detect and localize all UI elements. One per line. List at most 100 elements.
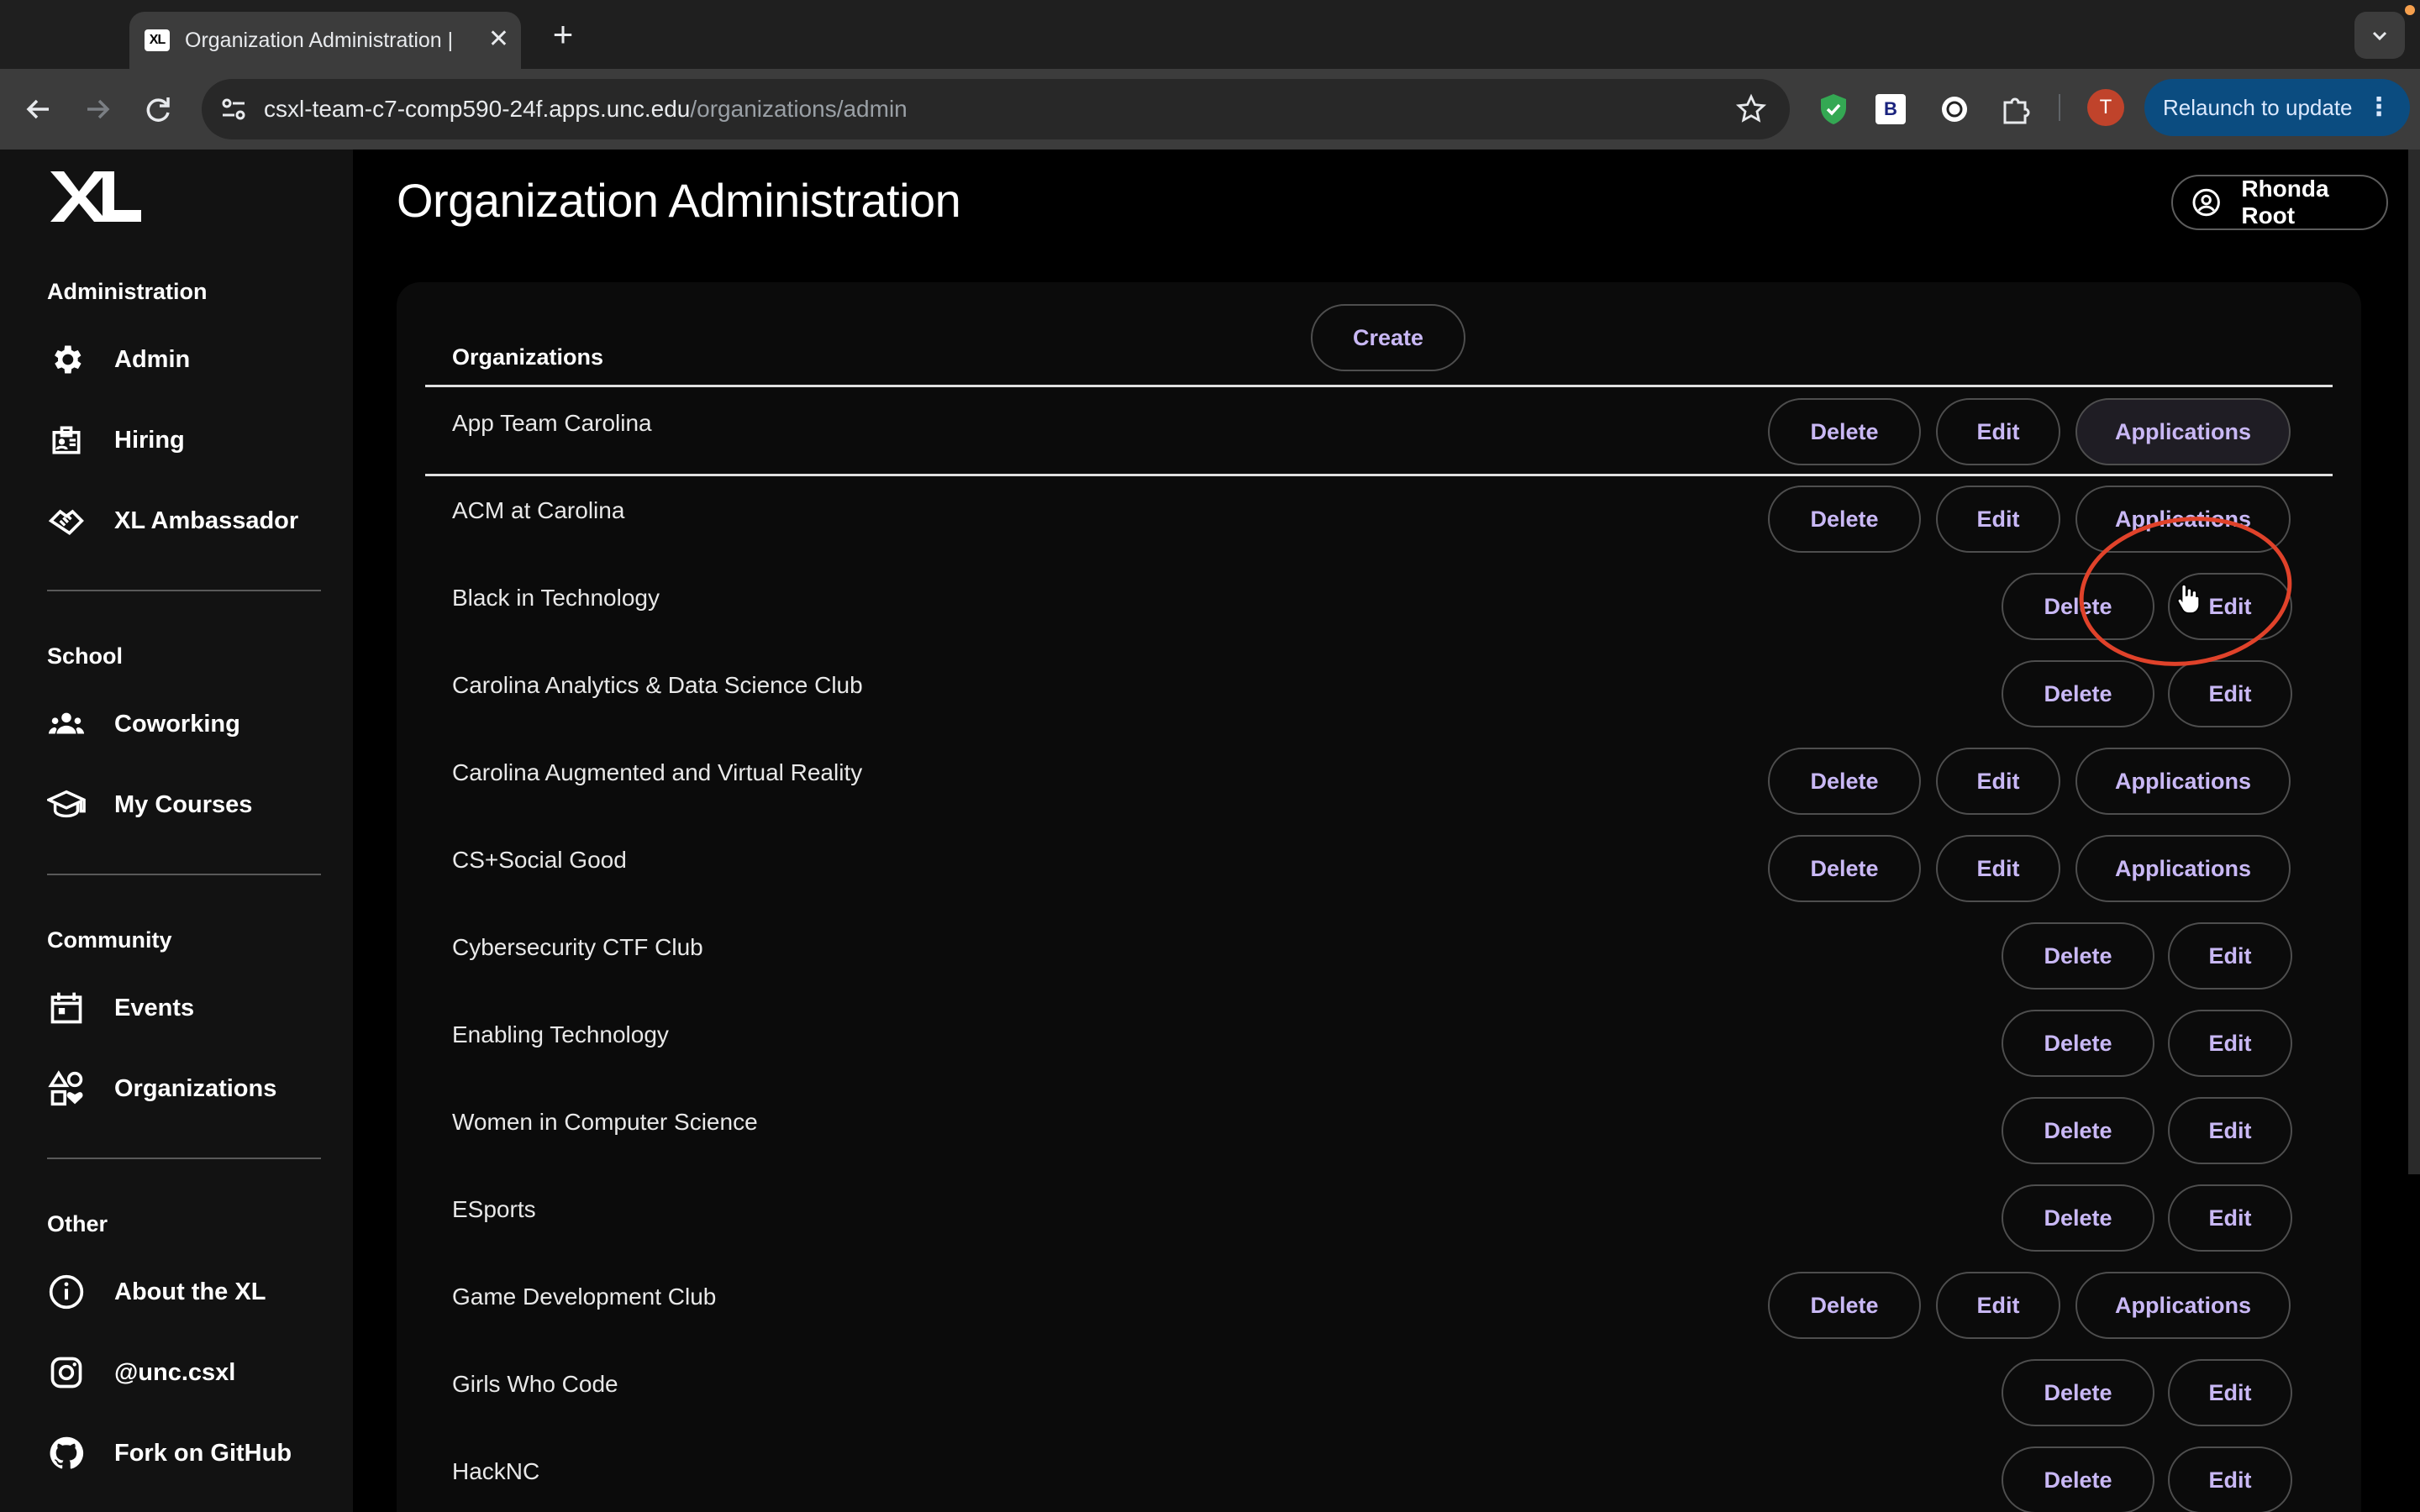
table-row: App Team Carolina Delete Edit Applications (425, 388, 2333, 475)
table-row: HackNC Delete Edit (425, 1436, 2333, 1512)
sidebar-item-label: @unc.csxl (114, 1358, 236, 1386)
sidebar-item-label: Fork on GitHub (114, 1439, 292, 1467)
delete-button[interactable]: Delete (2002, 573, 2154, 640)
edit-button[interactable]: Edit (2168, 1359, 2292, 1426)
address-bar[interactable]: csxl-team-c7-comp590-24f.apps.unc.edu/or… (202, 79, 1790, 139)
edit-button[interactable]: Edit (1936, 398, 2060, 465)
sidebar-item-label: Events (114, 994, 195, 1021)
table-row: CS+Social Good Delete Edit Applications (425, 825, 2333, 912)
page-scrollbar[interactable] (2408, 150, 2420, 1174)
organization-name: ACM at Carolina (452, 497, 625, 523)
sidebar-item-instagram[interactable]: @unc.csxl (47, 1347, 350, 1398)
instagram-icon (47, 1353, 86, 1392)
profile-button[interactable]: Rhonda Root (2171, 175, 2388, 230)
site-settings-icon[interactable] (217, 92, 250, 126)
badge-icon (47, 421, 86, 459)
organization-name: ESports (452, 1196, 536, 1222)
shapes-icon (47, 1069, 86, 1108)
edit-button[interactable]: Edit (1936, 835, 2060, 902)
edit-button[interactable]: Edit (2168, 1184, 2292, 1252)
circle-extension-icon[interactable] (1936, 91, 1973, 128)
table-row: Black in Technology Delete Edit (425, 563, 2333, 650)
new-tab-button[interactable]: + (538, 12, 588, 59)
more-menu-icon[interactable]: ⋮ (2366, 79, 2391, 136)
edit-button[interactable]: Edit (2168, 1010, 2292, 1077)
sidebar-item-label: Admin (114, 345, 191, 373)
delete-button[interactable]: Delete (1768, 835, 1921, 902)
chevron-down-icon (2372, 31, 2387, 41)
user-name: Rhonda Root (2241, 176, 2329, 228)
xl-logo-icon[interactable] (47, 168, 143, 225)
graduation-cap-icon (47, 785, 86, 824)
tab-title: Organization Administration | (185, 29, 454, 52)
sidebar-item-my-courses[interactable]: My Courses (47, 780, 350, 830)
section-title-community: Community (47, 927, 172, 953)
delete-button[interactable]: Delete (2002, 1446, 2154, 1512)
applications-button[interactable]: Applications (2075, 1272, 2291, 1339)
applications-button[interactable]: Applications (2075, 486, 2291, 553)
table-row: Carolina Augmented and Virtual Reality De… (425, 738, 2333, 825)
delete-button[interactable]: Delete (2002, 922, 2154, 990)
sidebar-item-about[interactable]: About the XL (47, 1267, 350, 1317)
organization-name: Enabling Technology (452, 1021, 669, 1047)
forward-button[interactable] (77, 89, 118, 129)
arrow-right-icon (87, 99, 110, 119)
edit-button[interactable]: Edit (1936, 486, 2060, 553)
organization-name: Cybersecurity CTF Club (452, 934, 703, 960)
applications-button[interactable]: Applications (2075, 835, 2291, 902)
delete-button[interactable]: Delete (1768, 398, 1921, 465)
organization-name: Carolina Analytics & Data Science Club (452, 672, 863, 698)
sidebar-item-events[interactable]: Events (47, 983, 350, 1033)
section-title-school: School (47, 643, 124, 669)
organization-name: HackNC (452, 1458, 540, 1484)
edit-button[interactable]: Edit (1936, 1272, 2060, 1339)
table-row: Girls Who Code Delete Edit (425, 1349, 2333, 1436)
delete-button[interactable]: Delete (2002, 660, 2154, 727)
profile-avatar[interactable]: T (2087, 89, 2124, 126)
applications-button[interactable]: Applications (2075, 398, 2291, 465)
delete-button[interactable]: Delete (2002, 1184, 2154, 1252)
edit-button[interactable]: Edit (2168, 922, 2292, 990)
sidebar-item-github[interactable]: Fork on GitHub (47, 1428, 350, 1478)
reload-icon (146, 97, 170, 122)
reload-button[interactable] (138, 89, 178, 129)
bookmark-star-icon[interactable] (1734, 92, 1768, 126)
arrow-left-icon (26, 99, 49, 119)
sidebar-item-organizations[interactable]: Organizations (47, 1063, 350, 1114)
sidebar-item-hiring[interactable]: Hiring (47, 415, 350, 465)
organization-name: App Team Carolina (452, 410, 652, 436)
applications-button[interactable]: Applications (2075, 748, 2291, 815)
delete-button[interactable]: Delete (1768, 1272, 1921, 1339)
relaunch-button[interactable]: Relaunch to update ⋮ (2144, 79, 2410, 136)
back-button[interactable] (18, 89, 59, 129)
sidebar-item-xl-ambassador[interactable]: XL Ambassador (47, 496, 350, 546)
sidebar-item-admin[interactable]: Admin (47, 334, 350, 385)
delete-button[interactable]: Delete (2002, 1097, 2154, 1164)
tab-search-button[interactable] (2354, 12, 2405, 59)
groups-icon (47, 705, 86, 743)
edit-button[interactable]: Edit (1936, 748, 2060, 815)
gear-icon (47, 340, 86, 379)
shield-extension-icon[interactable] (1815, 91, 1852, 128)
create-button[interactable]: Create (1311, 304, 1465, 371)
browser-tab[interactable]: XL Organization Administration | ✕ (129, 12, 521, 69)
b-extension-icon[interactable]: B (1876, 94, 1906, 124)
browser-toolbar: csxl-team-c7-comp590-24f.apps.unc.edu/or… (0, 69, 2420, 150)
calendar-icon (47, 989, 86, 1027)
sidebar-item-label: About the XL (114, 1278, 266, 1305)
handshake-icon (47, 501, 86, 540)
card-header: Organizations (452, 344, 604, 370)
delete-button[interactable]: Delete (1768, 748, 1921, 815)
sidebar-item-coworking[interactable]: Coworking (47, 699, 350, 749)
info-icon (47, 1273, 86, 1311)
edit-button[interactable]: Edit (2168, 1446, 2292, 1512)
delete-button[interactable]: Delete (1768, 486, 1921, 553)
delete-button[interactable]: Delete (2002, 1010, 2154, 1077)
extensions-puzzle-icon[interactable] (1996, 91, 2033, 128)
section-title-administration: Administration (47, 279, 208, 304)
edit-button[interactable]: Edit (2168, 660, 2292, 727)
close-tab-icon[interactable]: ✕ (488, 12, 509, 69)
edit-button[interactable]: Edit (2168, 1097, 2292, 1164)
sidebar-item-label: My Courses (114, 790, 253, 818)
delete-button[interactable]: Delete (2002, 1359, 2154, 1426)
